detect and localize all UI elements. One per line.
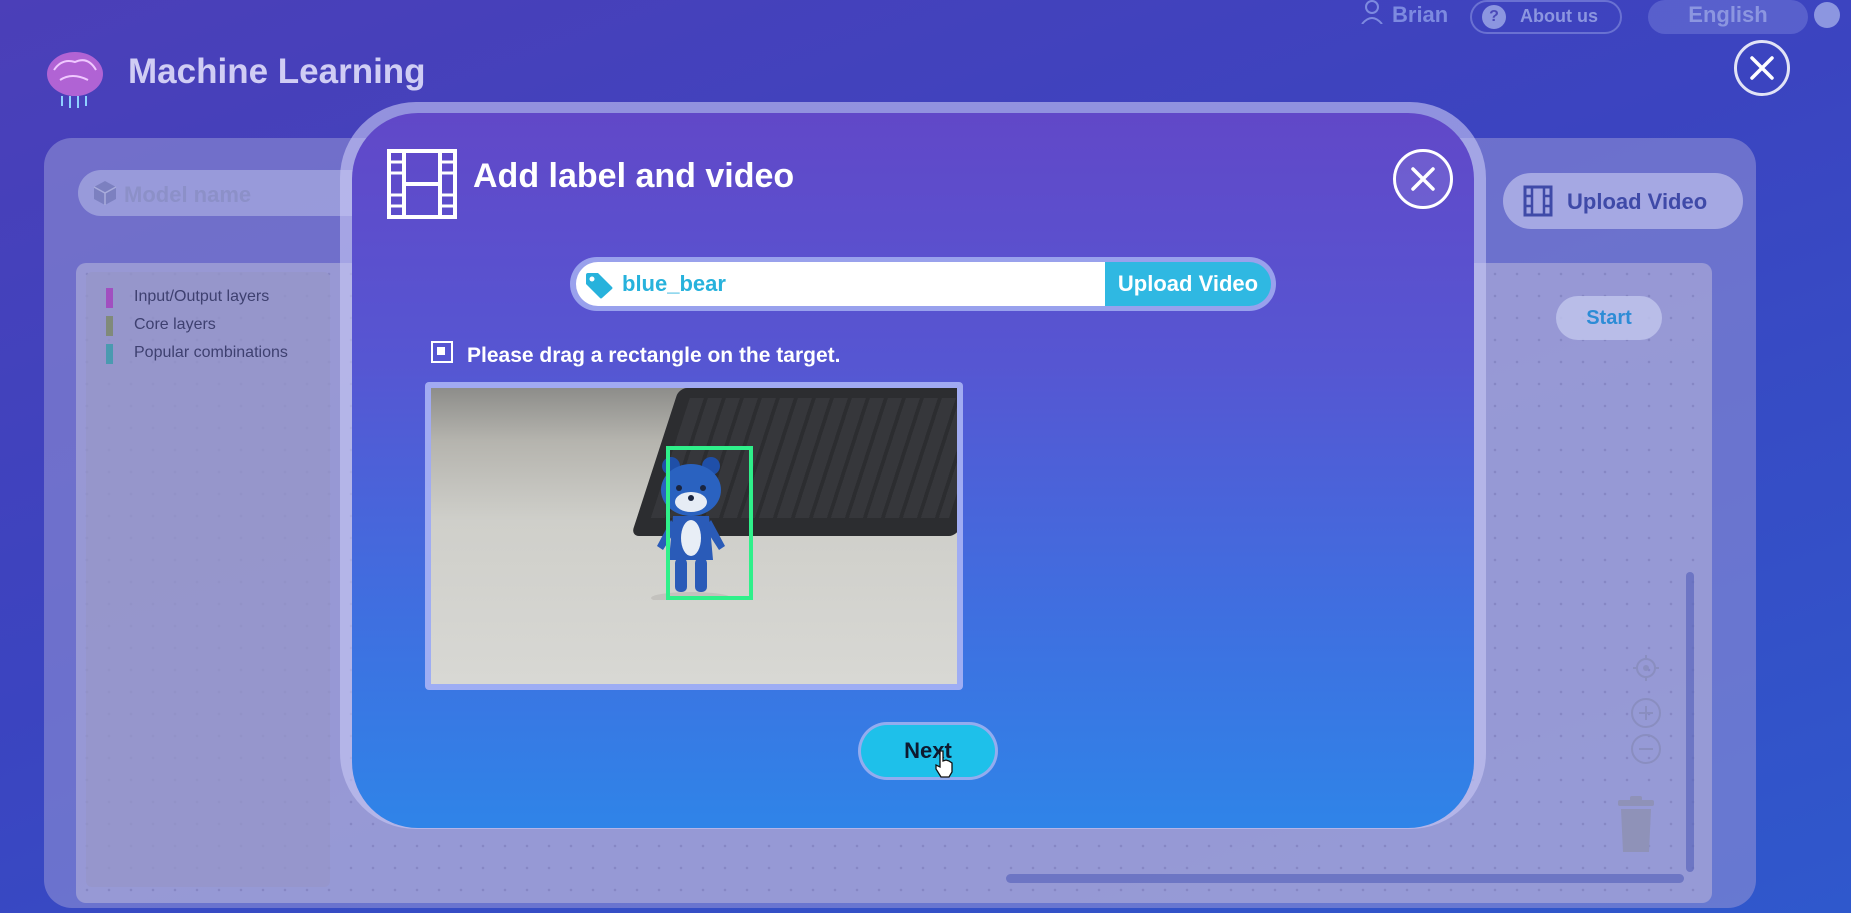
vertical-scrollbar[interactable]: [1686, 572, 1694, 872]
help-icon: ?: [1482, 5, 1506, 29]
upload-video-background-button[interactable]: Upload Video: [1503, 173, 1743, 229]
start-button[interactable]: Start: [1556, 296, 1662, 340]
close-icon: [1411, 167, 1435, 191]
next-button[interactable]: Next: [858, 722, 998, 780]
upload-video-button[interactable]: Upload Video: [1105, 262, 1271, 306]
close-icon: [1750, 56, 1774, 80]
layers-panel: [86, 272, 330, 887]
user-icon: [1361, 0, 1383, 24]
film-icon: [387, 149, 457, 219]
modal-close-button[interactable]: [1393, 149, 1453, 209]
about-us-label: About us: [1520, 6, 1598, 26]
checkbox-icon[interactable]: [431, 341, 453, 363]
globe-icon[interactable]: [1814, 2, 1840, 28]
legend-swatch: [106, 316, 113, 336]
drag-instruction: Please drag a rectangle on the target.: [467, 344, 841, 367]
model-name-placeholder: Model name: [124, 182, 252, 207]
pointer-cursor-icon: [935, 750, 953, 778]
locate-icon[interactable]: [1631, 653, 1661, 683]
modal-title: Add label and video: [473, 157, 795, 195]
zoom-in-icon[interactable]: [1631, 698, 1661, 728]
legend-label: Core layers: [134, 316, 216, 333]
tag-icon: [586, 273, 613, 299]
legend-swatch: [106, 288, 113, 308]
legend-swatch: [106, 344, 113, 364]
film-icon: [1523, 185, 1553, 217]
checkbox-fill: [437, 347, 445, 355]
cube-icon: [93, 181, 117, 205]
about-us-button[interactable]: ? About us: [1470, 0, 1622, 34]
horizontal-scrollbar[interactable]: [1006, 874, 1684, 883]
app-title: Machine Learning: [128, 52, 426, 91]
trash-icon[interactable]: [1616, 796, 1656, 852]
bounding-box[interactable]: [666, 446, 753, 600]
legend-label: Popular combinations: [134, 344, 288, 361]
app-close-button[interactable]: [1734, 40, 1790, 96]
brain-logo-icon: [47, 52, 103, 108]
language-selector[interactable]: English: [1648, 0, 1808, 34]
legend-label: Input/Output layers: [134, 288, 270, 305]
label-input[interactable]: [622, 265, 1092, 303]
video-preview[interactable]: [431, 388, 957, 684]
zoom-out-icon[interactable]: [1631, 734, 1661, 764]
upload-video-background-label: Upload Video: [1567, 189, 1708, 214]
user-name[interactable]: Brian: [1392, 2, 1448, 28]
